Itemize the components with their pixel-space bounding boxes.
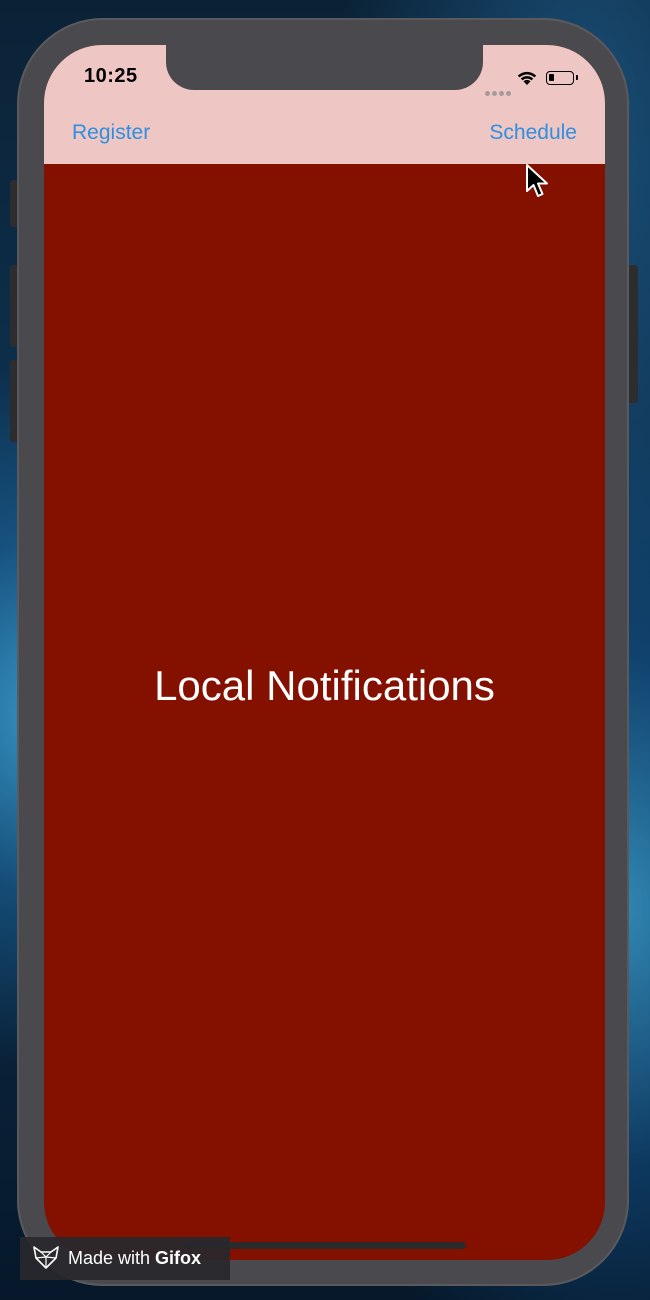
battery-icon (546, 71, 578, 85)
notch (166, 45, 483, 90)
cellular-signal-icon (485, 81, 513, 96)
watermark-brand: Gifox (155, 1248, 202, 1268)
navigation-bar: Register Schedule (44, 109, 605, 164)
page-title: Local Notifications (154, 662, 495, 709)
fox-logo-icon (32, 1244, 60, 1274)
gifox-watermark: Made with Gifox (20, 1237, 230, 1280)
register-button[interactable]: Register (72, 121, 150, 145)
watermark-text: Made with (68, 1248, 156, 1268)
status-time: 10:25 (84, 65, 138, 87)
schedule-button[interactable]: Schedule (489, 121, 577, 145)
mouse-pointer-icon (525, 163, 551, 205)
phone-screen: 10:25 Register Schedule Local Notificati… (44, 45, 605, 1260)
wifi-icon (516, 69, 538, 90)
power-button (628, 265, 638, 403)
